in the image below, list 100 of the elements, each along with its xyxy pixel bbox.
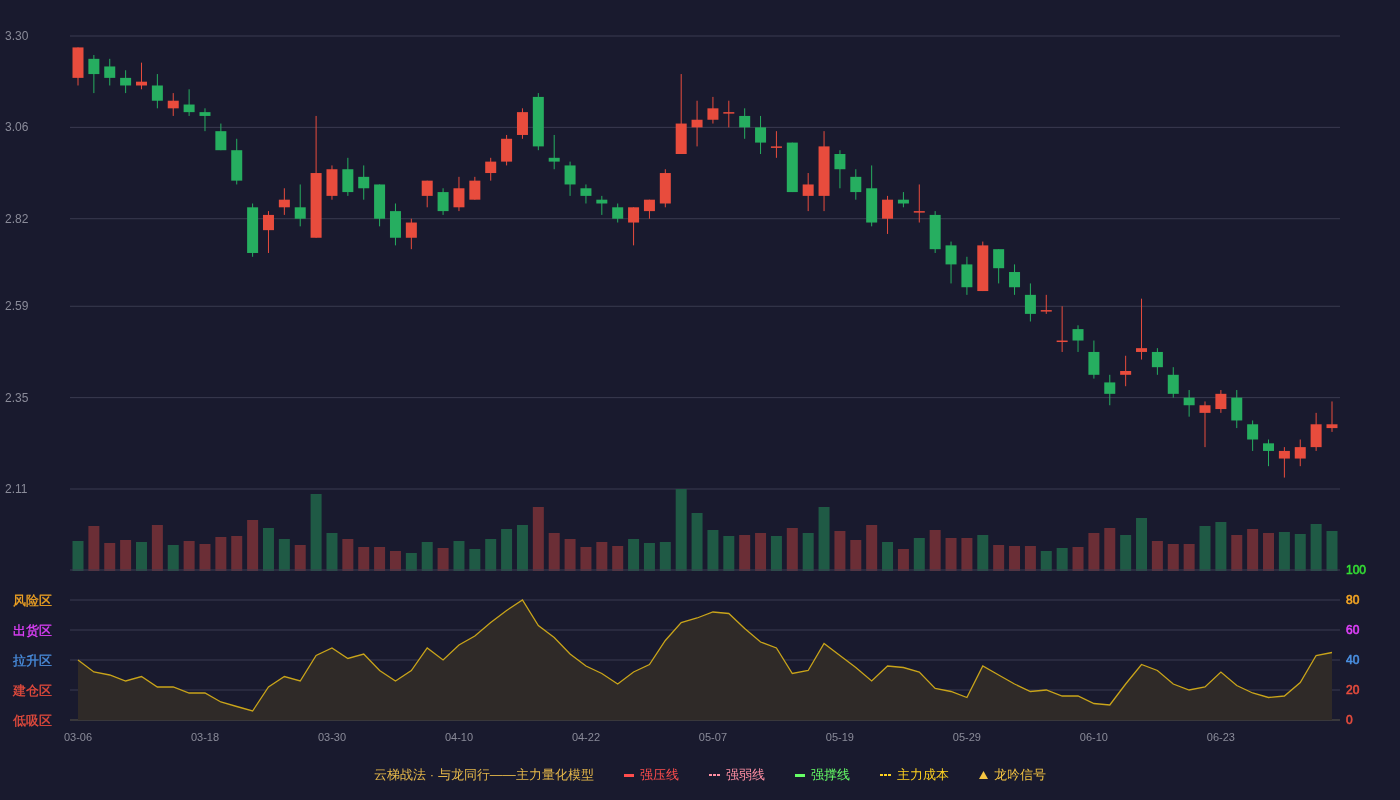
candlestick [326,164,338,201]
axis-label: 04-10 [444,731,474,743]
axis-label: 3.30 [5,29,29,43]
candlestick [691,100,703,147]
candlestick [1310,412,1322,452]
candlestick [1326,400,1338,433]
candlestick [247,203,259,258]
candlestick [405,218,417,250]
candlestick [1136,298,1147,361]
axis-label: 60 [1346,623,1360,637]
candlestick [1183,389,1195,418]
candlestick [596,195,608,216]
candlestick [199,107,211,132]
axis-label: 05-19 [825,731,854,743]
candlestick [1104,374,1116,406]
axis-label: 80 [1346,593,1360,607]
zone-label: 出货区 [13,623,52,638]
candlestick [961,256,973,296]
candlestick [945,241,957,284]
candlestick [104,58,116,86]
candlestick [1151,347,1163,376]
candlestick [501,134,513,166]
candlestick [850,168,862,201]
legend-title: 云梯战法 · 与龙同行——主力量化模型 [374,766,594,785]
candlestick [929,210,941,254]
candlestick [183,88,195,117]
zone-label: 低吸区 [13,713,52,728]
candlestick [1278,446,1290,479]
candlestick [1009,263,1021,296]
candlestick [1088,340,1100,380]
zone-label: 拉升区 [13,653,52,668]
candlestick [374,183,386,227]
zone-label: 建仓区 [13,683,52,698]
axis-label: 100 [1346,563,1367,577]
candlestick [469,176,481,201]
axis-label: 0 [1346,713,1353,727]
axis-label: 03-30 [317,731,347,743]
axis-label: 2.11 [5,482,28,496]
candlestick [421,180,433,208]
axis-label: 2.35 [5,390,29,405]
candlestick [485,157,497,182]
candlestick [1247,420,1259,452]
candlestick [1056,305,1068,353]
axis-label: 20 [1346,683,1360,697]
axis-label: 05-29 [952,731,981,743]
axis-label: 03-18 [190,731,220,743]
candlestick [278,187,290,216]
candlestick [1167,366,1179,399]
candlestick [72,46,84,86]
legend-label: 强压线 [639,766,679,785]
candlestick [231,138,243,185]
candlestick [548,134,560,170]
candlestick [707,96,719,125]
candlestick [358,164,370,201]
candlestick [167,92,179,117]
candlestick [882,195,894,235]
legend-label: 强撑线 [810,766,850,785]
candlestick [532,92,544,151]
candlestick [1199,400,1211,448]
candlestick [580,183,592,204]
candlestick [1040,294,1052,315]
candlestick [263,210,274,254]
candlestick [389,203,401,246]
candlestick [723,100,735,128]
axis-label: 06-23 [1206,731,1235,743]
candlestick [516,107,528,140]
candlestick [612,203,624,224]
candlestick [1215,389,1227,414]
candlestick [342,157,354,197]
candlestick [866,164,878,227]
candlestick [643,199,655,220]
legend-label: 强弱线 [725,766,765,785]
candlestick [1263,439,1274,467]
axis-label: 04-22 [571,731,600,743]
candlestick [88,54,100,94]
candlestick [755,115,767,155]
axis-label: 05-07 [698,731,727,743]
axis-label: 3.06 [5,120,29,135]
candlestick [437,187,449,216]
candlestick [977,241,989,292]
candlestick [294,183,306,227]
candlestick [739,107,751,140]
candlestick [786,142,798,193]
candlestick [802,172,814,212]
axis-label: 2.82 [5,211,29,226]
candlestick [453,176,465,212]
candlestick [564,161,576,197]
candlestick [993,248,1005,284]
axis-label: 03-06 [63,731,93,743]
candlestick [913,183,925,224]
candlestick [215,123,227,151]
candlestick [1120,355,1132,387]
candlestick [1072,324,1084,353]
legend-label: 龙吟信号 [993,766,1046,785]
candlestick [659,168,671,208]
zone-label: 风险区 [13,593,52,608]
candlestick [628,206,640,246]
candlestick [136,62,147,90]
axis-label: 2.59 [5,299,29,314]
axis-label: 40 [1346,653,1360,667]
